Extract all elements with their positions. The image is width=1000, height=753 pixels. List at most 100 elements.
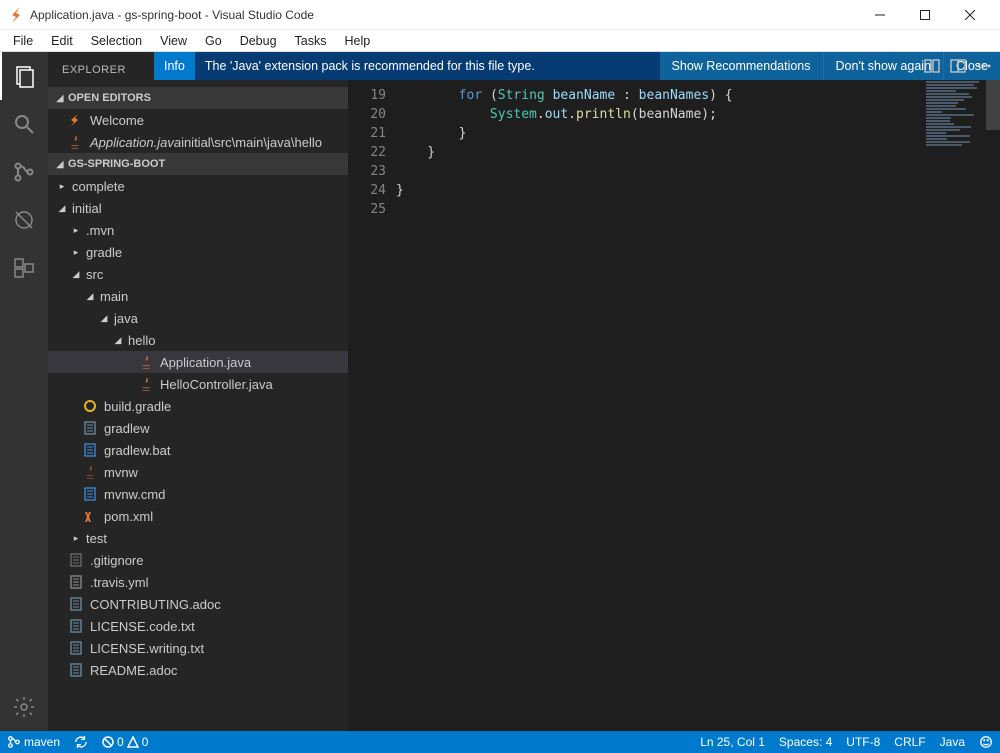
status-problems[interactable]: 0 0 bbox=[95, 731, 155, 753]
vscode-icon bbox=[68, 113, 84, 127]
tree-label: main bbox=[100, 289, 128, 304]
notification-action-show[interactable]: Show Recommendations bbox=[660, 52, 823, 80]
tree-file[interactable]: pom.xml bbox=[48, 505, 348, 527]
menu-selection[interactable]: Selection bbox=[82, 32, 151, 50]
text-icon bbox=[68, 597, 84, 611]
chevron-down-icon: ◢ bbox=[98, 313, 110, 324]
tree-file[interactable]: LICENSE.code.txt bbox=[48, 615, 348, 637]
tree-file[interactable]: CONTRIBUTING.adoc bbox=[48, 593, 348, 615]
menu-help[interactable]: Help bbox=[336, 32, 380, 50]
tree-file[interactable]: .travis.yml bbox=[48, 571, 348, 593]
tree-file[interactable]: build.gradle bbox=[48, 395, 348, 417]
notification-bar: Info The 'Java' extension pack is recomm… bbox=[154, 52, 1000, 80]
tree-file[interactable]: HelloController.java bbox=[48, 373, 348, 395]
window-maximize-button[interactable] bbox=[902, 0, 947, 30]
tree-file[interactable]: gradlew.bat bbox=[48, 439, 348, 461]
tree-folder[interactable]: ▸.mvn bbox=[48, 219, 348, 241]
tree-label: hello bbox=[128, 333, 155, 348]
code-editor[interactable]: 19202122232425 for (String beanName : be… bbox=[348, 80, 1000, 731]
split-editor-icon[interactable] bbox=[950, 58, 966, 74]
status-spaces[interactable]: Spaces: 4 bbox=[772, 731, 839, 753]
tree-file[interactable]: LICENSE.writing.txt bbox=[48, 637, 348, 659]
tree-folder[interactable]: ▸ test bbox=[48, 527, 348, 549]
notification-message: The 'Java' extension pack is recommended… bbox=[195, 59, 660, 73]
code-content[interactable]: for (String beanName : beanNames) { Syst… bbox=[396, 80, 930, 731]
tree-folder[interactable]: ▸complete bbox=[48, 175, 348, 197]
status-feedback-icon[interactable] bbox=[972, 731, 1000, 753]
menu-go[interactable]: Go bbox=[196, 32, 231, 50]
window-close-button[interactable] bbox=[947, 0, 992, 30]
tree-file[interactable]: mvnw bbox=[48, 461, 348, 483]
line-number-gutter: 19202122232425 bbox=[348, 80, 396, 731]
tree-file[interactable]: README.adoc bbox=[48, 659, 348, 681]
editor-area: Info The 'Java' extension pack is recomm… bbox=[348, 52, 1000, 731]
tree-label: test bbox=[86, 531, 107, 546]
minimap[interactable] bbox=[922, 80, 982, 731]
status-sync[interactable] bbox=[67, 731, 95, 753]
tree-label: java bbox=[114, 311, 138, 326]
menu-edit[interactable]: Edit bbox=[42, 32, 82, 50]
tree-file[interactable]: gradlew bbox=[48, 417, 348, 439]
tree-folder[interactable]: ◢ java bbox=[48, 307, 348, 329]
tree-label: gradle bbox=[86, 245, 122, 260]
activity-settings-icon[interactable] bbox=[0, 683, 48, 731]
tree-folder[interactable]: ◢ main bbox=[48, 285, 348, 307]
java-icon bbox=[138, 377, 154, 391]
activity-bar bbox=[0, 52, 48, 731]
tree-file[interactable]: mvnw.cmd bbox=[48, 483, 348, 505]
vertical-scrollbar[interactable] bbox=[986, 80, 1000, 731]
open-editors-header[interactable]: ◢ OPEN EDITORS bbox=[48, 87, 348, 109]
xml-icon bbox=[82, 509, 98, 523]
workspace-label: GS-SPRING-BOOT bbox=[68, 158, 165, 170]
open-editor-label: Application.java bbox=[90, 135, 181, 150]
open-editors-label: OPEN EDITORS bbox=[68, 92, 151, 104]
window-minimize-button[interactable] bbox=[857, 0, 902, 30]
status-position[interactable]: Ln 25, Col 1 bbox=[693, 731, 772, 753]
compare-changes-icon[interactable] bbox=[924, 58, 940, 74]
menu-file[interactable]: File bbox=[4, 32, 42, 50]
activity-search-icon[interactable] bbox=[0, 100, 48, 148]
open-editor-label: Welcome bbox=[90, 113, 144, 128]
status-bar: maven 0 0 Ln 25, Col 1 Spaces: 4 UTF-8 C… bbox=[0, 731, 1000, 753]
status-branch[interactable]: maven bbox=[0, 731, 67, 753]
open-editor-item[interactable]: Application.javainitial\src\main\java\he… bbox=[48, 131, 348, 153]
tree-folder[interactable]: ◢src bbox=[48, 263, 348, 285]
status-eol[interactable]: CRLF bbox=[887, 731, 932, 753]
chevron-down-icon: ◢ bbox=[54, 93, 66, 104]
status-language[interactable]: Java bbox=[933, 731, 972, 753]
chevron-down-icon: ◢ bbox=[84, 291, 96, 302]
menu-debug[interactable]: Debug bbox=[231, 32, 286, 50]
chevron-right-icon: ▸ bbox=[70, 533, 82, 544]
tree-folder[interactable]: ▸ gradle bbox=[48, 241, 348, 263]
tree-folder[interactable]: ◢initial bbox=[48, 197, 348, 219]
menu-tasks[interactable]: Tasks bbox=[286, 32, 336, 50]
more-actions-icon[interactable] bbox=[976, 58, 992, 74]
tree-label: Application.java bbox=[160, 355, 251, 370]
maven-icon bbox=[82, 465, 98, 479]
java-icon bbox=[68, 135, 84, 149]
tree-folder[interactable]: ◢ hello bbox=[48, 329, 348, 351]
status-encoding[interactable]: UTF-8 bbox=[839, 731, 887, 753]
status-errors-count: 0 bbox=[117, 735, 124, 749]
activity-scm-icon[interactable] bbox=[0, 148, 48, 196]
file-tree: ▸complete◢initial▸.mvn▸gradle◢src◢main◢j… bbox=[48, 175, 348, 731]
tree-label: complete bbox=[72, 179, 125, 194]
chevron-right-icon: ▸ bbox=[70, 247, 82, 258]
chevron-down-icon: ◢ bbox=[56, 203, 68, 214]
activity-explorer-icon[interactable] bbox=[0, 52, 48, 100]
status-warnings-count: 0 bbox=[142, 735, 149, 749]
chevron-down-icon: ◢ bbox=[112, 335, 124, 346]
workspace-header[interactable]: ◢ GS-SPRING-BOOT bbox=[48, 153, 348, 175]
tree-label: build.gradle bbox=[104, 399, 171, 414]
activity-debug-icon[interactable] bbox=[0, 196, 48, 244]
menu-view[interactable]: View bbox=[151, 32, 196, 50]
tree-file[interactable]: Application.java bbox=[48, 351, 348, 373]
activity-extensions-icon[interactable] bbox=[0, 244, 48, 292]
open-editor-item[interactable]: Welcome bbox=[48, 109, 348, 131]
text-icon bbox=[82, 421, 98, 435]
tree-file[interactable]: .gitignore bbox=[48, 549, 348, 571]
tree-label: .mvn bbox=[86, 223, 114, 238]
scrollbar-thumb[interactable] bbox=[986, 80, 1000, 130]
sidebar-explorer: EXPLORER ◢ OPEN EDITORS WelcomeApplicati… bbox=[48, 52, 348, 731]
vscode-logo-icon bbox=[8, 7, 24, 23]
